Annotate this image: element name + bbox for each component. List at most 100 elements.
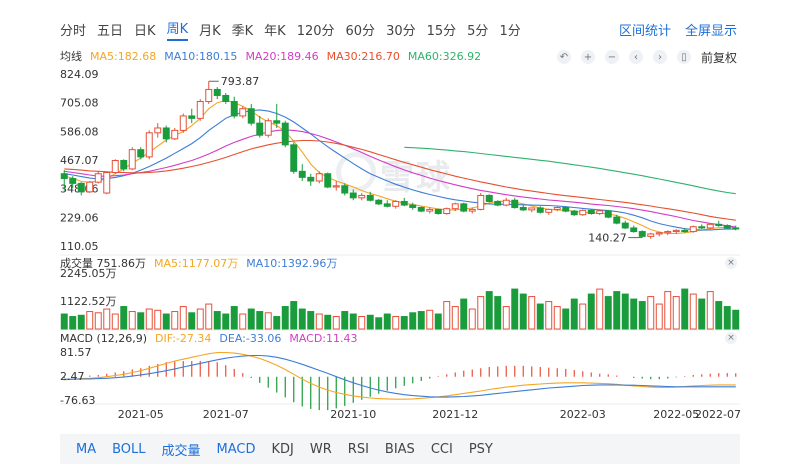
stock-chart[interactable]: 824.09705.08586.08467.07348.06229.06110.…: [0, 0, 803, 434]
volume-bar: [392, 316, 400, 330]
volume-bar: [60, 313, 68, 330]
candle-body: [298, 170, 306, 178]
volume-bar: [477, 296, 485, 330]
indicator-tab[interactable]: WR: [302, 442, 340, 457]
volume-bar: [417, 311, 425, 330]
volume-bar: [332, 316, 340, 330]
candle-body: [86, 181, 94, 193]
x-tick-label: 2022-05: [653, 408, 699, 421]
indicator-tab[interactable]: CCI: [423, 442, 461, 457]
volume-bar: [400, 316, 408, 330]
volume-bar: [485, 291, 493, 330]
candle-body: [664, 231, 672, 234]
volume-bar: [647, 296, 655, 330]
volume-bar: [655, 303, 663, 330]
volume-bar: [179, 306, 187, 330]
volume-legend: 成交量 751.86万 MA5:1177.07万 MA10:1392.96万: [60, 255, 345, 271]
indicator-tab[interactable]: RSI: [340, 442, 377, 457]
volume-bar: [723, 306, 731, 330]
candle-body: [103, 172, 111, 194]
volume-bar: [103, 308, 111, 330]
volume-bar: [519, 293, 527, 330]
indicator-tab[interactable]: KDJ: [264, 442, 302, 457]
candle-body: [502, 199, 510, 206]
candle-body: [366, 194, 374, 201]
legend-item: MA5:1177.07万: [154, 257, 239, 270]
volume-bar: [698, 298, 706, 330]
volume-bar: [86, 311, 94, 330]
ma-line-ma5: [64, 99, 736, 235]
indicator-tab[interactable]: BOLL: [104, 442, 153, 457]
x-tick-label: 2021-07: [203, 408, 249, 421]
indicator-tab[interactable]: MA: [68, 442, 104, 457]
volume-bar: [706, 291, 714, 330]
candle-body: [732, 227, 740, 230]
volume-bar: [290, 301, 298, 330]
volume-tick-label: 1122.52万: [60, 295, 117, 308]
candle-body: [230, 100, 238, 117]
price-tick-label: 705.08: [60, 97, 99, 110]
candle-body: [137, 149, 145, 158]
volume-bar: [324, 314, 332, 330]
indicator-tab[interactable]: PSY: [461, 442, 501, 457]
volume-bar: [120, 306, 128, 330]
close-volume-icon[interactable]: ×: [725, 257, 737, 269]
dif-line: [64, 351, 736, 400]
indicator-tab[interactable]: MACD: [209, 442, 264, 457]
candle-body: [171, 129, 179, 140]
volume-bar: [128, 311, 136, 330]
volume-bar: [638, 301, 646, 330]
indicator-tab[interactable]: BIAS: [377, 442, 423, 457]
volume-bar: [375, 317, 383, 330]
candle-body: [460, 203, 468, 212]
volume-bar: [239, 313, 247, 330]
ma-line-ma60: [404, 146, 736, 195]
candle-body: [120, 159, 128, 170]
volume-bar: [230, 306, 238, 330]
candle-body: [256, 122, 264, 136]
volume-bar: [604, 296, 612, 330]
close-macd-icon[interactable]: ×: [725, 332, 737, 344]
candle-body: [281, 122, 289, 146]
volume-bar: [460, 298, 468, 330]
volume-bar: [409, 312, 417, 330]
volume-bar: [443, 301, 451, 330]
candle-body: [723, 225, 731, 229]
candle-body: [383, 203, 391, 207]
candle-body: [655, 232, 663, 235]
candle-body: [681, 229, 689, 233]
volume-bar: [434, 313, 442, 330]
volume-bar: [715, 301, 723, 330]
candle-body: [587, 209, 595, 214]
volume-bar: [162, 313, 170, 330]
legend-item: MA10:1392.96万: [246, 257, 338, 270]
candle-body: [630, 227, 638, 233]
candle-body: [672, 229, 680, 233]
volume-bar: [298, 308, 306, 330]
legend-item: DEA:-33.06: [219, 331, 282, 345]
volume-bar: [145, 308, 153, 330]
candle-body: [468, 208, 476, 212]
volume-bar: [77, 314, 85, 330]
macd-tick-label: 81.57: [60, 346, 92, 359]
candle-body: [451, 203, 459, 210]
x-tick-label: 2022-03: [560, 408, 606, 421]
candle-body: [77, 182, 85, 193]
price-tick-label: 110.05: [60, 240, 99, 253]
volume-bar: [502, 306, 510, 330]
candle-body: [196, 100, 204, 119]
volume-bar: [579, 303, 587, 330]
candle-body: [443, 208, 451, 214]
volume-bar: [630, 298, 638, 330]
macd-tick-label: -76.63: [60, 394, 95, 407]
indicator-tab[interactable]: 成交量: [154, 440, 209, 459]
volume-bar: [553, 306, 561, 330]
candle-body: [409, 204, 417, 208]
x-tick-label: 2021-10: [330, 408, 376, 421]
candle-body: [477, 194, 485, 210]
volume-bar: [154, 309, 162, 330]
volume-bar: [264, 312, 272, 330]
volume-bar: [536, 303, 544, 330]
volume-bar: [247, 308, 255, 330]
volume-bar: [188, 312, 196, 330]
